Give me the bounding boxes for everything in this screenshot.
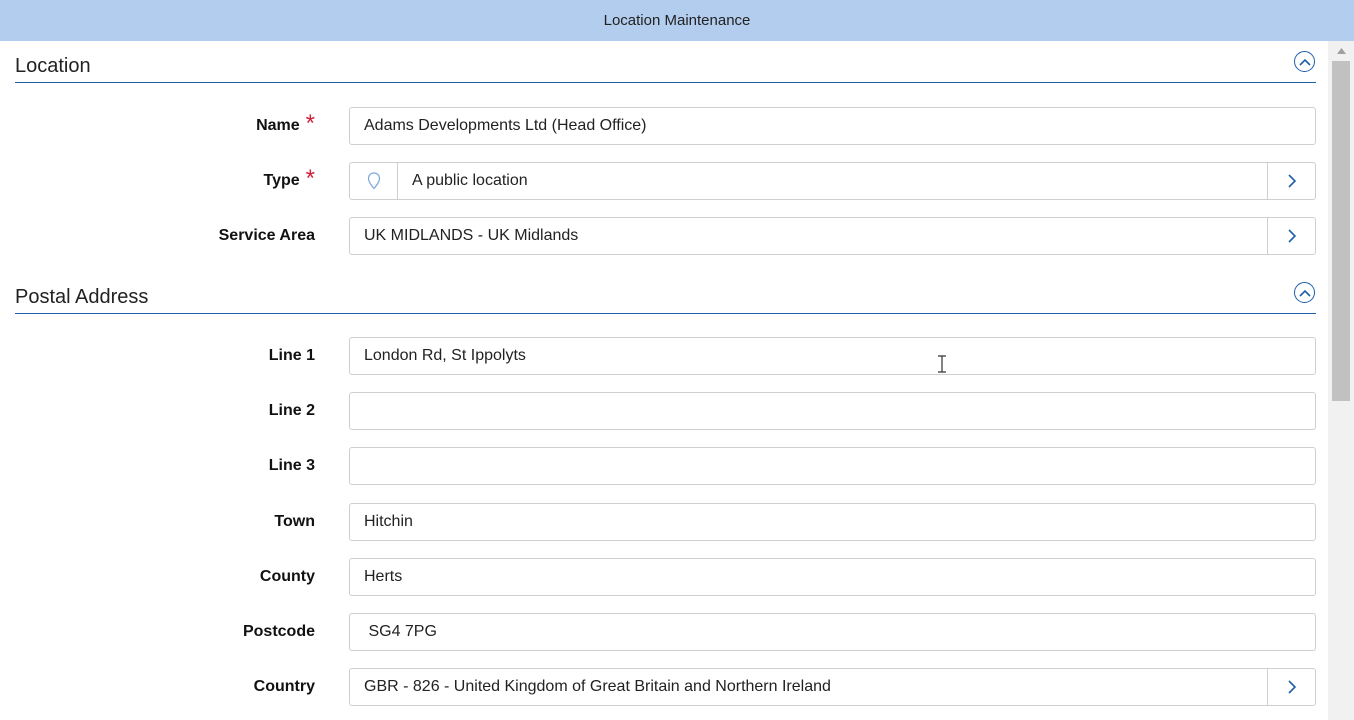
- postcode-field[interactable]: [349, 613, 1316, 651]
- line3-field[interactable]: [349, 447, 1316, 485]
- postal-address-section-header: Postal Address: [15, 272, 1316, 314]
- country-lookup-button[interactable]: [1267, 669, 1315, 705]
- window-titlebar: Location Maintenance: [0, 0, 1354, 41]
- vertical-scrollbar[interactable]: [1328, 41, 1354, 720]
- type-value: A public location: [412, 172, 528, 189]
- postcode-input[interactable]: [350, 614, 1315, 650]
- type-lookup-button[interactable]: [1267, 163, 1315, 199]
- chevron-right-icon: [1287, 229, 1296, 243]
- name-field[interactable]: [349, 107, 1316, 145]
- county-label-wrap: County: [260, 558, 315, 596]
- text-cursor-icon: [936, 355, 948, 378]
- county-field[interactable]: [349, 558, 1316, 596]
- service-area-row: Service Area UK MIDLANDS - UK Midlands: [0, 217, 1328, 255]
- line3-input[interactable]: [350, 448, 1315, 484]
- line3-label: Line 3: [268, 457, 315, 474]
- postcode-label: Postcode: [242, 623, 315, 640]
- name-row: Name *: [0, 107, 1328, 145]
- line1-label-wrap: Line 1: [269, 337, 315, 375]
- service-area-label: Service Area: [218, 227, 315, 244]
- line3-label-wrap: Line 3: [269, 447, 315, 485]
- county-input[interactable]: [350, 559, 1315, 595]
- form-content: Location Name * Type * A public location: [0, 41, 1328, 720]
- postcode-row: Postcode: [0, 613, 1328, 651]
- service-area-lookup-button[interactable]: [1267, 218, 1315, 254]
- type-label-wrap: Type *: [264, 162, 316, 200]
- location-pin-icon-cell: [350, 163, 398, 199]
- name-input[interactable]: [350, 108, 1315, 144]
- country-value: GBR - 826 - United Kingdom of Great Brit…: [364, 678, 831, 695]
- chevron-up-icon: [1298, 58, 1311, 66]
- country-field[interactable]: GBR - 826 - United Kingdom of Great Brit…: [349, 668, 1316, 706]
- line1-row: Line 1: [0, 337, 1328, 375]
- country-label: Country: [253, 678, 315, 695]
- required-marker: *: [305, 165, 315, 192]
- line2-input[interactable]: [350, 393, 1315, 429]
- line2-label-wrap: Line 2: [269, 392, 315, 430]
- line2-field[interactable]: [349, 392, 1316, 430]
- service-area-field[interactable]: UK MIDLANDS - UK Midlands: [349, 217, 1316, 255]
- chevron-right-icon: [1287, 680, 1296, 694]
- service-area-label-wrap: Service Area: [219, 217, 315, 255]
- type-row: Type * A public location: [0, 162, 1328, 200]
- postal-address-section-title: Postal Address: [15, 286, 149, 308]
- country-label-wrap: Country: [254, 668, 315, 706]
- town-input[interactable]: [350, 504, 1315, 540]
- triangle-up-icon: [1336, 48, 1346, 54]
- chevron-up-icon: [1298, 289, 1311, 297]
- postcode-label-wrap: Postcode: [243, 613, 315, 651]
- location-section-header: Location: [15, 41, 1316, 83]
- location-pin-icon: [367, 172, 380, 190]
- town-label: Town: [274, 513, 315, 530]
- postal-address-collapse-button[interactable]: [1294, 282, 1315, 303]
- type-label: Type: [263, 172, 300, 189]
- window-title: Location Maintenance: [603, 12, 751, 29]
- scroll-up-arrow[interactable]: [1328, 41, 1354, 61]
- line1-label: Line 1: [268, 347, 315, 364]
- line1-field[interactable]: [349, 337, 1316, 375]
- line1-input[interactable]: [350, 338, 1315, 374]
- town-label-wrap: Town: [274, 503, 315, 541]
- location-section-title: Location: [15, 55, 91, 77]
- service-area-value: UK MIDLANDS - UK Midlands: [364, 227, 579, 244]
- line3-row: Line 3: [0, 447, 1328, 485]
- town-field[interactable]: [349, 503, 1316, 541]
- chevron-right-icon: [1287, 174, 1296, 188]
- town-row: Town: [0, 503, 1328, 541]
- scroll-thumb[interactable]: [1332, 61, 1350, 401]
- name-label: Name: [256, 117, 300, 134]
- type-field[interactable]: A public location: [349, 162, 1316, 200]
- required-marker: *: [305, 110, 315, 137]
- location-collapse-button[interactable]: [1294, 51, 1315, 72]
- line2-row: Line 2: [0, 392, 1328, 430]
- county-label: County: [259, 568, 315, 585]
- name-label-wrap: Name *: [256, 107, 315, 145]
- line2-label: Line 2: [268, 402, 315, 419]
- country-row: Country GBR - 826 - United Kingdom of Gr…: [0, 668, 1328, 706]
- county-row: County: [0, 558, 1328, 596]
